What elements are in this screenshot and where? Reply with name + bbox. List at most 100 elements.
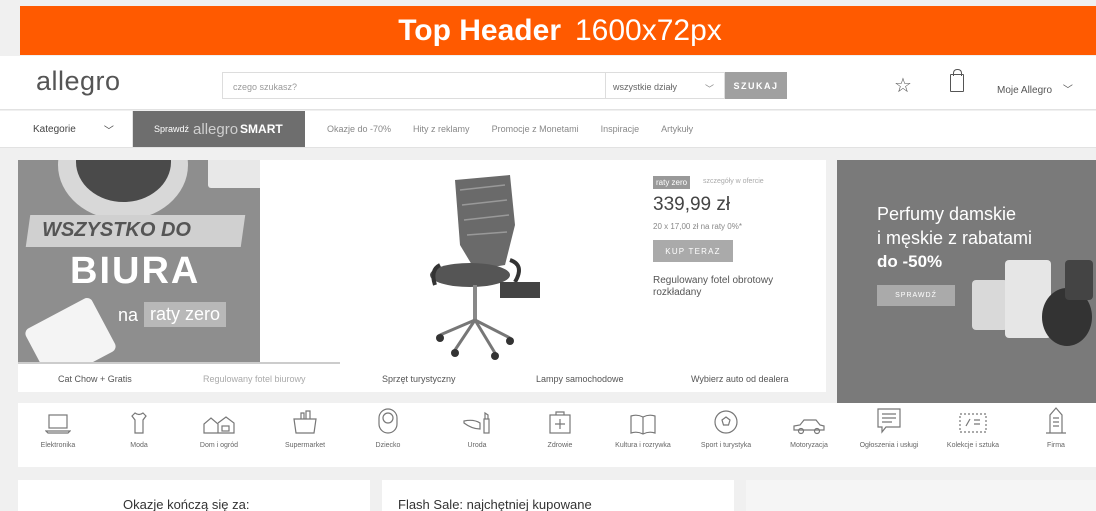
account-label: Moje Allegro xyxy=(997,85,1053,96)
category-supermarket[interactable]: Supermarket xyxy=(270,403,340,449)
category-label: Supermarket xyxy=(284,442,326,449)
perfume-banner[interactable]: Perfumy damskie i męskie z rabatami do -… xyxy=(837,160,1096,420)
lipstick-icon xyxy=(463,411,490,434)
category-fashion[interactable]: Moda xyxy=(104,403,174,449)
baby-icon xyxy=(378,408,398,434)
phone-image xyxy=(23,295,118,362)
top-header-placeholder: Top Header 1600x72px xyxy=(20,6,1096,55)
nav-links: Okazje do -70% Hity z reklamy Promocje z… xyxy=(305,124,693,134)
category-child[interactable]: Dziecko xyxy=(353,403,423,449)
search-bar-row: allegro czego szukasz? wszystkie działy … xyxy=(0,56,1096,110)
laptop-icon xyxy=(45,414,71,434)
house-icon xyxy=(203,416,235,434)
star-icon[interactable]: ☆ xyxy=(894,73,912,98)
badge-note: szczegóły w ofercie xyxy=(703,178,764,185)
banner-captions: Cat Chow + Gratis Regulowany fotel biuro… xyxy=(18,362,826,392)
department-value: wszystkie działy xyxy=(613,82,678,92)
perfume-bottle-image xyxy=(972,280,1008,330)
category-collections[interactable]: Kolekcje i sztuka xyxy=(938,403,1008,449)
category-label: Motoryzacja xyxy=(790,442,828,449)
category-label: Kultura i rozrywka xyxy=(615,442,671,449)
perfume-line2: i męskie z rabatami xyxy=(877,228,1033,248)
raty-zero-badge: raty zero xyxy=(653,176,691,189)
category-nav: Kategorie ﹀ Sprawdź allegro SMART Okazje… xyxy=(0,111,1096,148)
category-label: Firma xyxy=(1047,442,1065,449)
perfume-bottle-image xyxy=(1065,260,1093,300)
chevron-down-icon: ﹀ xyxy=(1062,85,1073,96)
allegro-logo[interactable]: allegro xyxy=(36,66,121,97)
shirt-icon xyxy=(131,412,147,434)
caption-car-lamps[interactable]: Lampy samochodowe xyxy=(536,374,624,384)
smart-suffix: SMART xyxy=(240,122,283,136)
flash-sale-title: Flash Sale: najchętniej kupowane xyxy=(398,497,592,511)
banner-na: na xyxy=(118,305,139,325)
top-header-title: Top Header xyxy=(398,13,561,47)
caption-tourist[interactable]: Sprzęt turystyczny xyxy=(382,374,456,384)
category-health[interactable]: Zdrowie xyxy=(525,403,595,449)
chevron-down-icon: ﹀ xyxy=(704,84,714,94)
category-electronics[interactable]: Elektronika xyxy=(23,403,93,449)
category-label: Ogłoszenia i usługi xyxy=(859,442,919,449)
buy-now-button[interactable]: KUP TERAZ xyxy=(653,240,733,262)
chevron-down-icon: ﹀ xyxy=(103,125,114,137)
deals-card[interactable]: Okazje kończą się za: xyxy=(18,480,370,511)
category-label: Zdrowie xyxy=(547,442,573,449)
bag-icon[interactable] xyxy=(950,69,964,92)
category-label: Sport i turystyka xyxy=(700,442,752,449)
product-price: 339,99 zł xyxy=(653,194,731,215)
category-automotive[interactable]: Motoryzacja xyxy=(774,403,844,449)
page: Top Header 1600x72px allegro czego szuka… xyxy=(0,0,1096,511)
promo-card[interactable] xyxy=(746,480,1096,511)
category-ads[interactable]: Ogłoszenia i usługi xyxy=(854,403,924,449)
categories-bar: Elektronika Moda Dom i ogród Supermarket… xyxy=(18,403,1096,467)
first-aid-icon xyxy=(549,411,571,434)
category-label: Uroda xyxy=(467,442,487,449)
nav-link-deals[interactable]: Okazje do -70% xyxy=(327,124,391,134)
flash-sale-card[interactable]: Flash Sale: najchętniej kupowane xyxy=(382,480,734,511)
nav-link-articles[interactable]: Artykuły xyxy=(661,124,693,134)
smart-brand: allegro xyxy=(193,120,239,138)
product-banner[interactable]: raty zero szczegóły w ofercie 339,99 zł … xyxy=(260,160,826,362)
banner-raty: raty zero xyxy=(144,302,227,327)
top-header-size: 1600x72px xyxy=(575,13,722,47)
search-button[interactable]: SZUKAJ xyxy=(725,72,787,99)
categories-dropdown[interactable]: Kategorie ﹀ xyxy=(0,111,133,147)
keyboard-image xyxy=(208,160,260,188)
department-select[interactable]: wszystkie działy ﹀ xyxy=(605,72,725,99)
office-banner[interactable]: WSZYSTKO DO BIURA na raty zero xyxy=(18,160,260,362)
car-icon xyxy=(793,419,825,435)
product-name[interactable]: Regulowany fotel obrotowy rozkładany xyxy=(653,275,813,299)
account-menu[interactable]: Moje Allegro ﹀ xyxy=(997,81,1073,96)
category-sport[interactable]: Sport i turystyka xyxy=(691,403,761,449)
active-caption-indicator xyxy=(18,362,340,364)
check-button[interactable]: SPRAWDŹ xyxy=(877,285,955,306)
caption-dealer[interactable]: Wybierz auto od dealera xyxy=(691,374,788,384)
caption-office-chair[interactable]: Regulowany fotel biurowy xyxy=(203,374,306,384)
banner-tagline: WSZYSTKO DO xyxy=(42,219,191,241)
search-input[interactable]: czego szukasz? xyxy=(222,72,606,99)
office-chair-image xyxy=(430,175,540,360)
category-label: Dziecko xyxy=(375,442,401,449)
ball-icon xyxy=(714,410,738,434)
category-home[interactable]: Dom i ogród xyxy=(184,403,254,449)
book-icon xyxy=(630,414,656,435)
caption-cat-chow[interactable]: Cat Chow + Gratis xyxy=(58,374,132,384)
product-installments: 20 x 17,00 zł na raty 0%* xyxy=(653,222,742,231)
perfume-discount: do -50% xyxy=(877,252,943,271)
category-business[interactable]: Firma xyxy=(1021,403,1091,449)
category-culture[interactable]: Kultura i rozrywka xyxy=(608,403,678,449)
banner-headline: BIURA xyxy=(70,250,201,292)
smart-promo[interactable]: Sprawdź allegro SMART xyxy=(133,111,305,147)
category-beauty[interactable]: Uroda xyxy=(442,403,512,449)
nav-link-inspiration[interactable]: Inspiracje xyxy=(601,124,640,134)
smart-prefix: Sprawdź xyxy=(154,124,190,134)
perfume-line1: Perfumy damskie xyxy=(877,204,1017,224)
building-icon xyxy=(1046,407,1066,434)
category-label: Elektronika xyxy=(40,442,76,449)
nav-link-ads[interactable]: Hity z reklamy xyxy=(413,124,470,134)
nav-link-coins[interactable]: Promocje z Monetami xyxy=(492,124,579,134)
basket-icon xyxy=(293,410,317,434)
category-label: Dom i ogród xyxy=(199,442,239,449)
stamp-icon xyxy=(959,413,987,433)
category-label: Kolekcje i sztuka xyxy=(946,442,1000,449)
